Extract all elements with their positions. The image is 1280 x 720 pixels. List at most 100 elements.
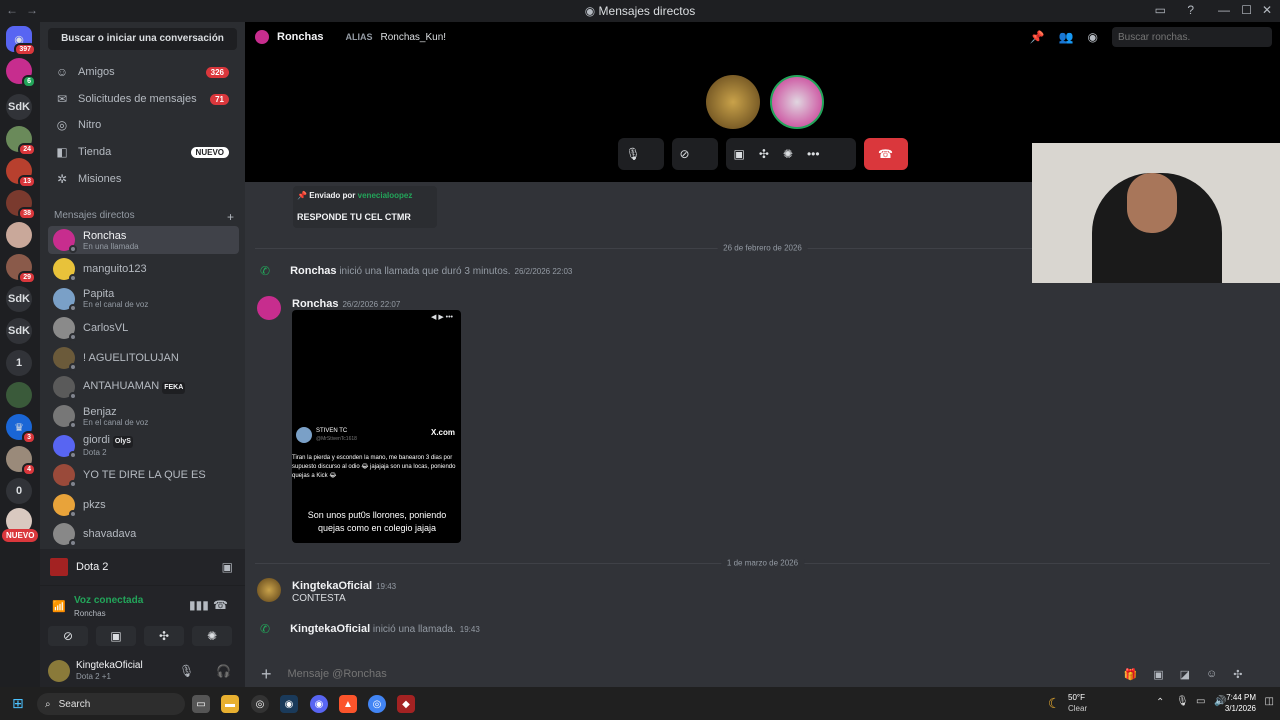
soundboard-button[interactable]: ✺ xyxy=(192,626,232,646)
chevron-up-icon[interactable]: ⌃ xyxy=(1156,697,1164,708)
weather-temp[interactable]: 50°F xyxy=(1068,693,1085,702)
image-attachment[interactable]: ◀ ▶ ••• STIVEN TC @MrStivenTc1618 X.com … xyxy=(292,310,461,543)
sidebar-item-friends[interactable]: ☺ Amigos 326 xyxy=(48,60,237,84)
callee-avatar[interactable] xyxy=(770,75,824,129)
search-input[interactable] xyxy=(1112,27,1272,47)
sticker-icon[interactable]: ◪ xyxy=(1180,668,1190,681)
noise-suppression-icon[interactable]: ▮▮▮ xyxy=(189,598,209,612)
gift-icon[interactable]: 🎁 xyxy=(1124,668,1138,681)
sidebar-item-quests[interactable]: ✲ Misiones xyxy=(48,167,237,191)
screen-share-icon[interactable]: ▣ xyxy=(734,147,745,161)
message-author[interactable]: KingtekaOficial xyxy=(292,580,372,592)
taskbar-search[interactable]: ⌕ Search xyxy=(37,693,185,715)
sidebar-item-shop[interactable]: ◧ Tienda NUEVO xyxy=(48,140,237,164)
dm-item[interactable]: manguito123 xyxy=(48,255,239,283)
dm-item[interactable]: CarlosVL xyxy=(48,314,239,342)
maximize-button[interactable]: ☐ xyxy=(1241,3,1252,17)
message-author[interactable]: KingtekaOficial xyxy=(290,623,370,635)
profile-icon[interactable]: ◉ xyxy=(1088,30,1098,44)
server-icon[interactable]: 29 xyxy=(6,254,36,284)
windows-start-icon[interactable]: ⊞ xyxy=(12,695,24,712)
soundboard-icon[interactable]: ✺ xyxy=(783,147,793,161)
sidebar-item-message-requests[interactable]: ✉ Solicitudes de mensajes 71 xyxy=(48,87,237,111)
app-icon[interactable]: ◎ xyxy=(251,695,269,713)
voice-status[interactable]: Voz conectada xyxy=(74,595,143,606)
play-icon[interactable]: ◀ ▶ ••• xyxy=(431,313,453,321)
avatar[interactable] xyxy=(257,578,281,602)
dm-item[interactable]: Benjaz En el canal de voz xyxy=(48,402,239,430)
server-icon[interactable]: SdK xyxy=(6,94,32,120)
camera-control[interactable]: ⊘ xyxy=(671,138,718,170)
dm-item[interactable]: shavadava xyxy=(48,520,239,548)
file-explorer-icon[interactable]: ▬ xyxy=(221,695,239,713)
dm-item[interactable]: pkzs xyxy=(48,491,239,519)
minimize-button[interactable]: — xyxy=(1218,3,1230,17)
more-icon[interactable]: ••• xyxy=(807,147,820,161)
caller-avatar[interactable] xyxy=(706,75,760,129)
pin-icon[interactable]: 📌 xyxy=(1030,30,1045,44)
dm-item[interactable]: ! AGUELITOLUJAN xyxy=(48,344,239,372)
apps-icon[interactable]: ✣ xyxy=(1233,668,1242,681)
home-button[interactable]: ◉ 397 xyxy=(6,26,36,56)
clock-time[interactable]: 7:44 PM xyxy=(1226,693,1256,702)
disconnect-icon[interactable]: ☎ xyxy=(213,598,228,612)
dm-item[interactable]: Papita En el canal de voz xyxy=(48,285,239,313)
network-icon[interactable]: ▭ xyxy=(1196,696,1205,707)
dm-item[interactable]: ANTAHUAMAN FEKA xyxy=(48,373,239,401)
dm-item[interactable]: YO TE DIRE LA QUE ES xyxy=(48,461,239,489)
unread-badge: 38 xyxy=(18,207,36,220)
discord-icon[interactable]: ◉ xyxy=(310,695,328,713)
activities-button[interactable]: ✣ xyxy=(144,626,184,646)
activities-icon[interactable]: ✣ xyxy=(759,147,769,161)
mic-control[interactable]: 🎙 xyxy=(617,138,664,170)
stream-icon[interactable]: ▣ xyxy=(222,560,233,574)
microphone-icon[interactable]: 🎙 xyxy=(626,147,641,161)
server-icon[interactable]: 0 xyxy=(6,478,32,504)
headphones-icon[interactable]: 🎧 xyxy=(216,664,231,678)
server-icon[interactable]: 4 xyxy=(6,446,36,476)
emoji-icon[interactable]: ☺ xyxy=(1206,668,1217,680)
server-icon[interactable]: SdK xyxy=(6,286,32,312)
dm-item[interactable]: Ronchas En una llamada xyxy=(48,226,239,254)
message-author[interactable]: Ronchas xyxy=(292,298,338,310)
hangup-button[interactable]: ☎ xyxy=(863,138,908,170)
server-icon[interactable]: 38 xyxy=(6,190,36,220)
server-icon[interactable]: 6 xyxy=(6,58,36,88)
timestamp: 26/2/2026 22:07 xyxy=(342,300,401,309)
dm-item[interactable]: giordi OlyS Dota 2 xyxy=(48,432,239,460)
camera-off-icon[interactable]: ⊘ xyxy=(680,147,690,161)
server-icon[interactable]: 13 xyxy=(6,158,36,188)
help-icon[interactable]: ? xyxy=(1187,3,1194,17)
close-button[interactable]: ✕ xyxy=(1262,3,1272,17)
notification-icon[interactable]: ◫ xyxy=(1265,696,1274,707)
server-icon[interactable]: ♛ 3 xyxy=(6,414,36,444)
server-icon[interactable]: 1 xyxy=(6,350,32,376)
steam-icon[interactable]: ◉ xyxy=(280,695,298,713)
camera-off-button[interactable]: ⊘ xyxy=(48,626,88,646)
screen-share-button[interactable]: ▣ xyxy=(96,626,136,646)
message-author[interactable]: Ronchas xyxy=(290,265,336,277)
server-icon[interactable] xyxy=(6,222,32,248)
server-icon[interactable]: 24 xyxy=(6,126,36,156)
dota-icon[interactable]: ◆ xyxy=(397,695,415,713)
inbox-icon[interactable]: ▭ xyxy=(1155,3,1166,17)
microphone-icon[interactable]: 🎙 xyxy=(179,664,194,678)
message-input[interactable] xyxy=(287,668,1108,680)
server-icon[interactable]: SdK xyxy=(6,318,32,344)
attach-button[interactable]: + xyxy=(261,664,272,685)
chrome-icon[interactable]: ◎ xyxy=(368,695,386,713)
avatar[interactable] xyxy=(48,660,70,682)
add-friend-icon[interactable]: 👥 xyxy=(1059,30,1074,44)
create-dm-button[interactable]: + xyxy=(227,210,234,224)
brave-icon[interactable]: ▲ xyxy=(339,695,357,713)
task-view-icon[interactable]: ▭ xyxy=(192,695,210,713)
gif-icon[interactable]: ▣ xyxy=(1153,668,1163,681)
sidebar-item-nitro[interactable]: ◎ Nitro xyxy=(48,113,237,137)
dm-title[interactable]: Ronchas xyxy=(277,31,323,43)
game-activity-bar[interactable]: Dota 2 ▣ xyxy=(40,549,245,585)
server-icon[interactable] xyxy=(6,382,32,408)
microphone-icon[interactable]: 🎙 xyxy=(1176,696,1189,707)
avatar[interactable] xyxy=(257,296,281,320)
pinned-author[interactable]: venecialoopez xyxy=(358,191,413,200)
find-conversation-button[interactable]: Buscar o iniciar una conversación xyxy=(48,28,237,50)
